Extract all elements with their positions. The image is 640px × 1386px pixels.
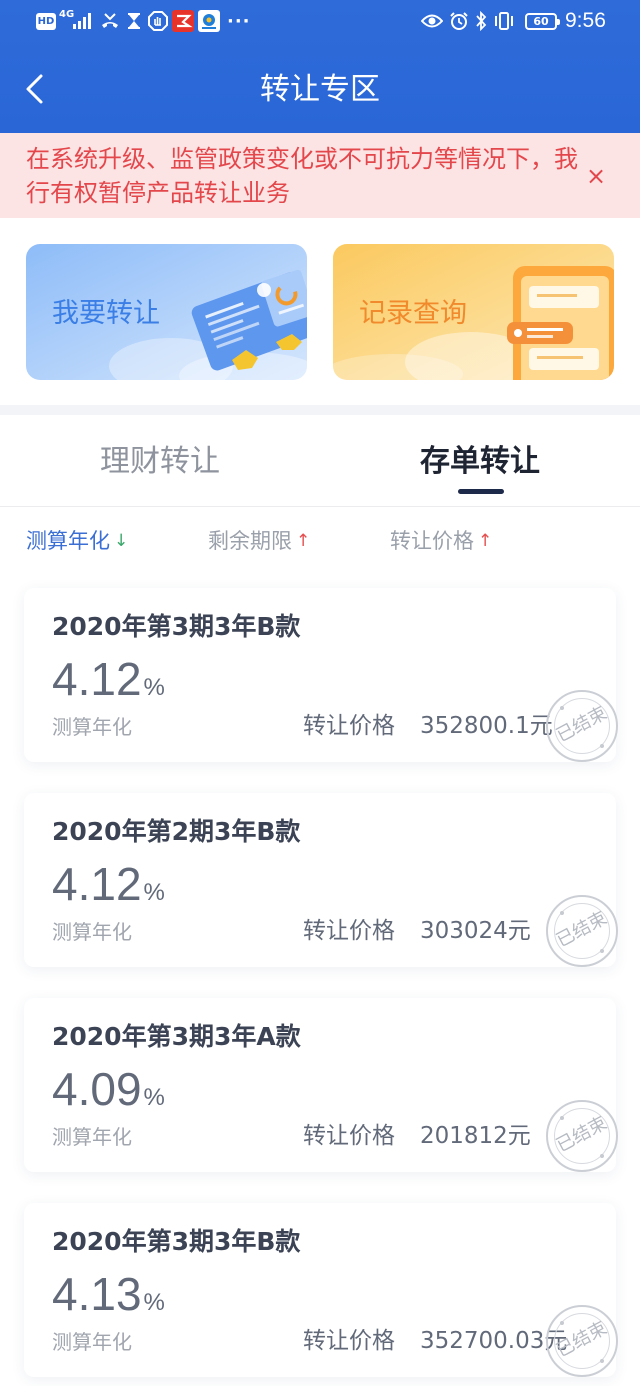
call-icon	[100, 0, 120, 42]
tab-deposit-transfer[interactable]: 存单转让	[380, 440, 580, 484]
ended-stamp: 已结束	[546, 1305, 618, 1377]
clock: 9:56	[565, 0, 606, 42]
rate-label: 测算年化	[52, 715, 132, 739]
price-label: 转让价格	[303, 1328, 395, 1354]
battery-icon: 60	[525, 0, 560, 42]
sort-by-rate[interactable]: 测算年化 ↓	[26, 526, 128, 556]
rate-value: 4.13	[52, 1268, 142, 1320]
hourglass-icon	[126, 0, 142, 42]
rate-value: 4.12	[52, 653, 142, 705]
sort-up-icon: ↑	[296, 531, 311, 551]
notice-text: 在系统升级、监管政策变化或不可抗力等情况下，我行有权暂停产品转让业务	[26, 145, 578, 207]
app-blue-icon	[198, 0, 220, 42]
product-card[interactable]: 2020年第3期3年B款 4.13% 测算年化 转让价格 352700.03元 …	[24, 1203, 618, 1377]
more-notifications: ···	[227, 10, 251, 32]
price-value: 303024元	[420, 918, 531, 944]
page-title: 转让专区	[260, 72, 380, 107]
alarm-icon	[449, 0, 469, 42]
ended-stamp: 已结束	[546, 895, 618, 967]
product-title: 2020年第3期3年A款	[52, 1022, 301, 1051]
price-label: 转让价格	[303, 713, 395, 739]
product-card[interactable]: 2020年第2期3年B款 4.12% 测算年化 转让价格 303024元 已结束	[24, 793, 618, 967]
product-title: 2020年第2期3年B款	[52, 817, 301, 846]
close-icon[interactable]: ×	[585, 160, 607, 192]
sort-by-price[interactable]: 转让价格 ↑	[390, 526, 492, 556]
product-rate: 4.12%	[52, 857, 165, 923]
section-gap	[0, 405, 640, 415]
sort-term-label: 剩余期限	[208, 529, 292, 553]
battery-level: 60	[525, 12, 560, 30]
sort-by-term[interactable]: 剩余期限 ↑	[208, 526, 310, 556]
signal-icon	[72, 0, 94, 42]
product-rate: 4.12%	[52, 652, 165, 718]
rate-unit: %	[143, 674, 165, 701]
product-rate: 4.13%	[52, 1267, 165, 1333]
sort-rate-label: 测算年化	[26, 529, 110, 553]
product-rate: 4.09%	[52, 1062, 165, 1128]
tab-wealth-transfer[interactable]: 理财转让	[60, 440, 260, 484]
records-entry-label: 记录查询	[359, 298, 467, 329]
shield-icon	[148, 0, 168, 42]
tab-active-indicator	[458, 489, 504, 494]
product-card[interactable]: 2020年第3期3年B款 4.12% 测算年化 转让价格 352800.1元 已…	[24, 588, 618, 762]
records-entry-card[interactable]: 记录查询	[333, 244, 614, 380]
rate-unit: %	[143, 1084, 165, 1111]
transfer-entry-label: 我要转让	[52, 298, 160, 329]
vibrate-icon	[493, 0, 515, 42]
sort-up-icon: ↑	[478, 531, 493, 551]
product-card[interactable]: 2020年第3期3年A款 4.09% 测算年化 转让价格 201812元 已结束	[24, 998, 618, 1172]
rate-label: 测算年化	[52, 1330, 132, 1354]
notice-banner: 在系统升级、监管政策变化或不可抗力等情况下，我行有权暂停产品转让业务	[0, 133, 640, 218]
price-label: 转让价格	[303, 918, 395, 944]
hd-icon: HD	[36, 0, 56, 42]
price-value: 352800.1元	[420, 713, 553, 739]
product-title: 2020年第3期3年B款	[52, 612, 301, 641]
tabs-divider	[0, 506, 640, 507]
rate-unit: %	[143, 879, 165, 906]
top-bar: HD 4G ··· 60 9:56 转让专区	[0, 0, 640, 133]
price-label: 转让价格	[303, 1123, 395, 1149]
sort-price-label: 转让价格	[390, 529, 474, 553]
rate-value: 4.12	[52, 858, 142, 910]
hd-badge: HD	[36, 12, 56, 30]
ended-stamp: 已结束	[546, 1100, 618, 1172]
sort-down-icon: ↓	[114, 531, 129, 551]
status-time: 9:56	[565, 9, 606, 32]
rate-unit: %	[143, 1289, 165, 1316]
transfer-entry-card[interactable]: 我要转让	[26, 244, 307, 380]
eye-icon	[421, 0, 443, 42]
product-title: 2020年第3期3年B款	[52, 1227, 301, 1256]
app-red-icon	[172, 0, 194, 42]
bluetooth-icon	[475, 0, 487, 42]
rate-label: 测算年化	[52, 920, 132, 944]
rate-label: 测算年化	[52, 1125, 132, 1149]
ended-stamp: 已结束	[546, 690, 618, 762]
price-value: 201812元	[420, 1123, 531, 1149]
rate-value: 4.09	[52, 1063, 142, 1115]
